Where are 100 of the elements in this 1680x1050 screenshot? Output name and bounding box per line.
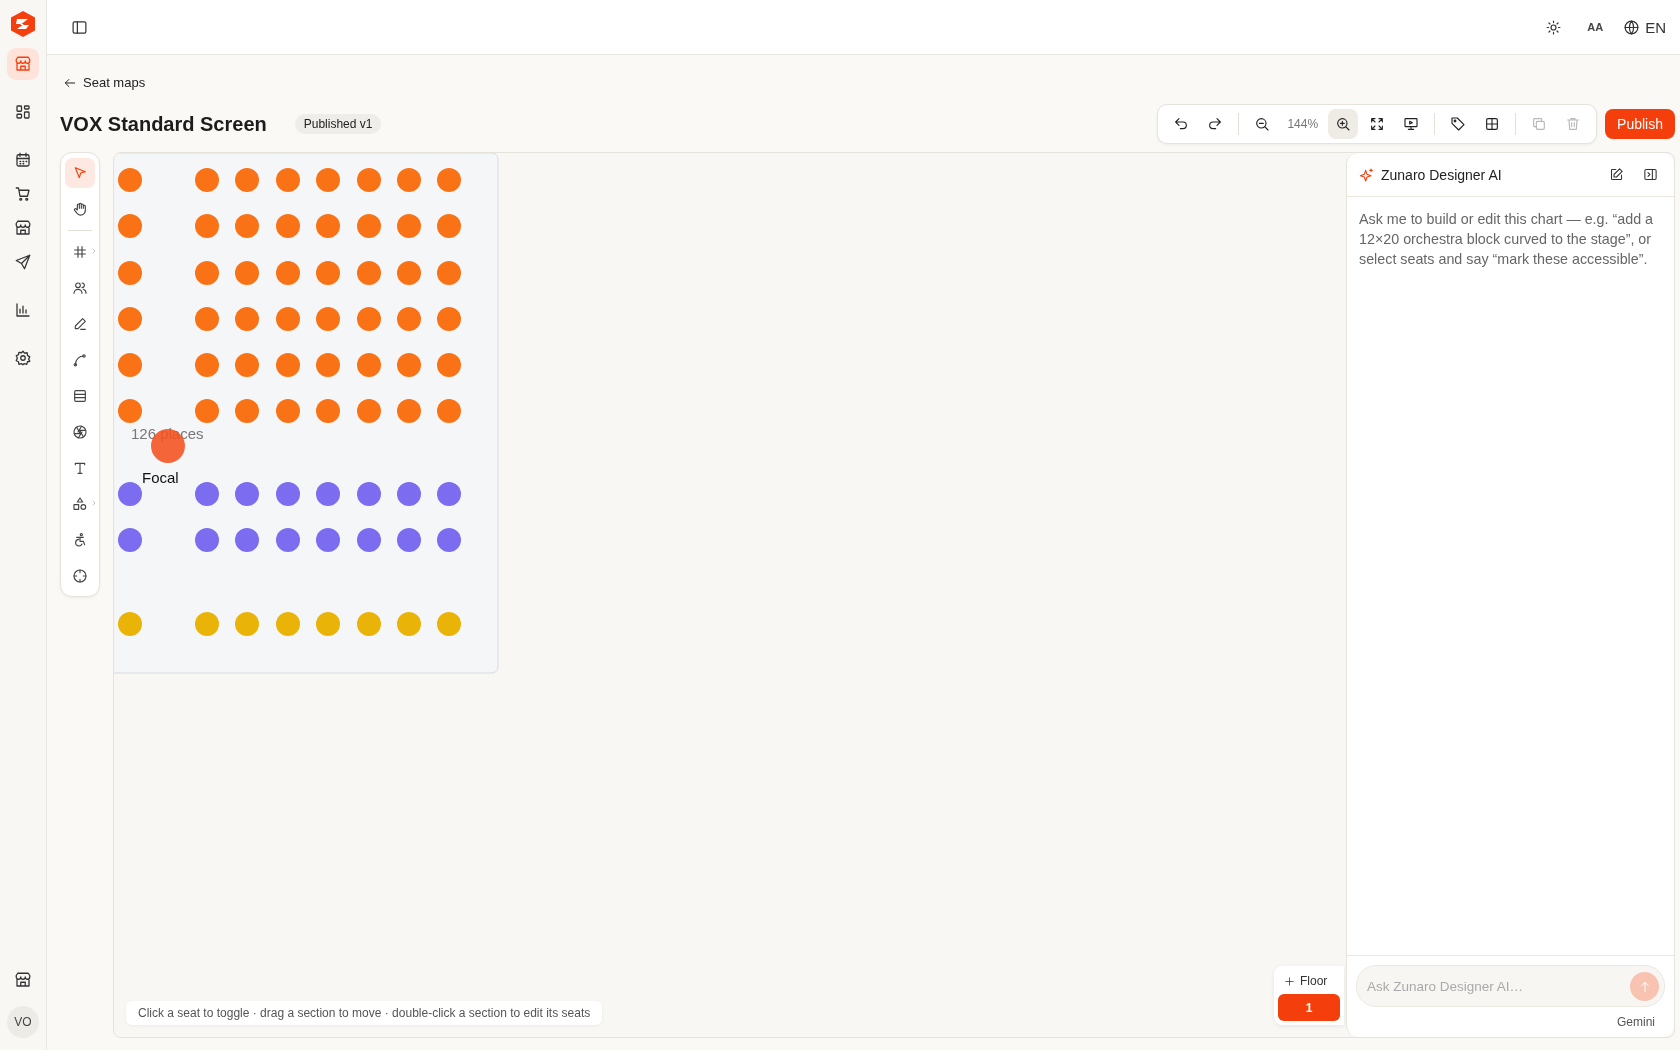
seat[interactable] [118,482,142,506]
seat[interactable] [235,214,259,238]
seat[interactable] [235,307,259,331]
seat[interactable] [235,261,259,285]
presentation-icon [1403,116,1420,132]
seat[interactable] [357,307,381,331]
sun-icon [1544,18,1562,36]
seat[interactable] [118,214,142,238]
seat[interactable] [118,168,142,192]
seat[interactable] [357,482,381,506]
seat[interactable] [118,399,142,423]
seat[interactable] [276,399,300,423]
text-size-button[interactable]: AA [1587,21,1604,33]
seat[interactable] [195,261,219,285]
seat[interactable] [195,399,219,423]
seat[interactable] [195,528,219,552]
seat[interactable] [195,353,219,377]
pencil-icon [72,316,88,332]
seat[interactable] [437,168,461,192]
seat[interactable] [357,261,381,285]
user-avatar[interactable]: VO [7,1006,39,1038]
seat[interactable] [276,612,300,636]
seat[interactable] [118,612,142,636]
seat[interactable] [397,528,421,552]
seat[interactable] [235,168,259,192]
seat[interactable] [397,482,421,506]
seat[interactable] [437,307,461,331]
seat[interactable] [316,307,340,331]
seat[interactable] [276,353,300,377]
seat[interactable] [357,353,381,377]
language-button[interactable]: EN [1623,18,1666,36]
zoom-out-icon [1254,116,1271,132]
add-floor-button[interactable]: Floor [1278,974,1340,988]
seat[interactable] [195,612,219,636]
users-icon [72,280,88,296]
seat[interactable] [195,482,219,506]
publish-button[interactable]: Publish [1605,109,1675,139]
chevron-icon [90,499,98,507]
seat[interactable] [316,399,340,423]
text-icon [72,460,88,476]
seat[interactable] [276,307,300,331]
seat[interactable] [316,261,340,285]
seat[interactable] [118,307,142,331]
settings-icon [14,349,32,367]
seat[interactable] [437,482,461,506]
focal-label: Focal [142,469,179,486]
seat[interactable] [437,353,461,377]
seat[interactable] [235,612,259,636]
seat[interactable] [276,214,300,238]
seat[interactable] [397,214,421,238]
seat[interactable] [118,261,142,285]
store-icon [14,219,32,237]
seat[interactable] [437,214,461,238]
seat[interactable] [357,528,381,552]
seat[interactable] [397,353,421,377]
calendar-icon [14,151,32,169]
seat[interactable] [316,612,340,636]
seat[interactable] [276,168,300,192]
seat[interactable] [118,353,142,377]
seat[interactable] [357,612,381,636]
seat[interactable] [397,307,421,331]
cart-icon [14,185,32,203]
seat[interactable] [195,307,219,331]
redo-icon [1207,116,1224,132]
aperture-icon [72,424,88,440]
logo-icon[interactable] [9,10,37,38]
cursor-tool[interactable] [65,158,95,188]
seat[interactable] [195,214,219,238]
seat[interactable] [276,261,300,285]
seat[interactable] [316,214,340,238]
fullscreen-icon [1369,116,1386,132]
seat[interactable] [235,528,259,552]
seat[interactable] [195,168,219,192]
seat[interactable] [316,353,340,377]
seat[interactable] [316,482,340,506]
back-link[interactable]: Seat maps [63,75,146,90]
seat[interactable] [397,612,421,636]
floor-tab[interactable]: 1 [1278,994,1340,1021]
seat[interactable] [437,528,461,552]
seat[interactable] [235,399,259,423]
seat[interactable] [235,353,259,377]
seat[interactable] [437,612,461,636]
seat[interactable] [235,482,259,506]
seat[interactable] [437,261,461,285]
seat[interactable] [118,528,142,552]
seat[interactable] [397,168,421,192]
zoom-in-button[interactable] [1328,109,1359,139]
grid-icon [1484,116,1501,132]
seat[interactable] [357,168,381,192]
seat[interactable] [276,528,300,552]
seat[interactable] [437,399,461,423]
seat[interactable] [316,168,340,192]
seat[interactable] [357,214,381,238]
chat-input[interactable]: Ask Zunaro Designer AI… [1356,965,1665,1007]
seat[interactable] [357,399,381,423]
seat[interactable] [276,482,300,506]
seat[interactable] [316,528,340,552]
seat[interactable] [397,261,421,285]
seat[interactable] [397,399,421,423]
model-label: Gemini [1617,1015,1655,1029]
